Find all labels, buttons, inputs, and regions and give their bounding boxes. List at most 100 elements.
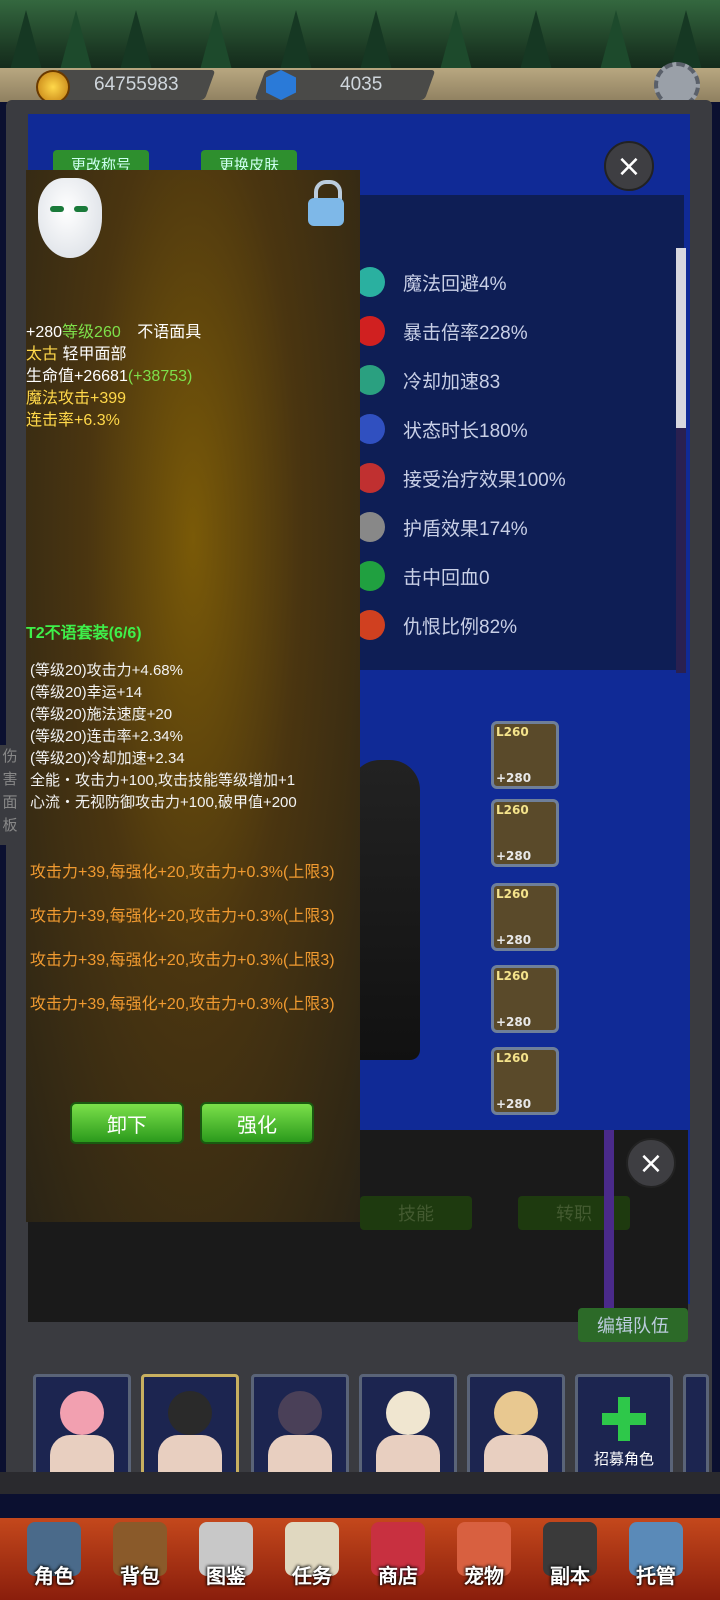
stat-row: 冷却加速83 — [355, 360, 500, 400]
skill-button[interactable]: 技能 — [360, 1196, 472, 1230]
item-magic-attack: 魔法攻击+399 — [26, 390, 127, 407]
nav-quest[interactable]: 任务 — [272, 1520, 352, 1600]
nav-label: 宠物 — [464, 1564, 504, 1588]
set-bonus: (等级20)冷却加速+2.34 — [30, 750, 185, 767]
item-tier: 太古 — [26, 346, 59, 363]
character-portrait — [168, 1391, 212, 1435]
slot-level: L260 — [496, 969, 529, 983]
nav-codex[interactable]: 图鉴 — [186, 1520, 266, 1600]
stat-row: 击中回血0 — [355, 556, 490, 596]
character-figure — [350, 760, 420, 1060]
stat-label: 暴击倍率228% — [403, 322, 528, 344]
character-card[interactable] — [33, 1374, 131, 1478]
stat-label: 冷却加速83 — [403, 371, 501, 393]
recruit-card[interactable]: 招募角色 — [575, 1374, 673, 1478]
nav-label: 角色 — [34, 1564, 74, 1588]
set-bonus: 全能・攻击力+100,攻击技能等级增加+1 — [30, 772, 296, 789]
character-body — [50, 1435, 114, 1475]
character-card-partial[interactable] — [683, 1374, 709, 1478]
character-body — [376, 1435, 440, 1475]
close-panel-button[interactable]: × — [604, 141, 654, 191]
slot-plus: +280 — [496, 771, 532, 785]
equip-slot[interactable]: L260 +280 — [491, 799, 559, 867]
stat-row: 魔法回避4% — [355, 262, 506, 302]
slot-level: L260 — [496, 725, 529, 739]
nav-auto[interactable]: 托管 — [616, 1520, 696, 1600]
lower-scrollbar[interactable] — [604, 1130, 614, 1320]
character-portrait — [278, 1391, 322, 1435]
edit-team-button[interactable]: 编辑队伍 — [578, 1308, 688, 1342]
character-body — [268, 1435, 332, 1475]
item-plus: +280 — [26, 324, 63, 341]
equip-slot[interactable]: L260 +280 — [491, 1047, 559, 1115]
character-card[interactable] — [467, 1374, 565, 1478]
set-bonus: (等级20)连击率+2.34% — [30, 728, 183, 745]
enhance-button[interactable]: 强化 — [200, 1102, 314, 1144]
row-divider — [0, 1472, 720, 1494]
nav-label: 任务 — [292, 1564, 332, 1588]
item-hp-line: 生命值+26681(+38753) — [26, 367, 192, 387]
item-type: 轻甲面部 — [62, 346, 127, 363]
character-portrait — [386, 1391, 430, 1435]
stat-label: 护盾效果174% — [403, 518, 528, 540]
character-card[interactable] — [251, 1374, 349, 1478]
stats-scrollbar-thumb[interactable] — [676, 248, 686, 428]
enhance-line: 攻击力+39,每强化+20,攻击力+0.3%(上限3) — [30, 864, 335, 881]
nav-shop[interactable]: 商店 — [358, 1520, 438, 1600]
recruit-label: 招募角色 — [593, 1450, 654, 1468]
close-lower-button[interactable]: × — [626, 1138, 676, 1188]
equip-slot[interactable]: L260 +280 — [491, 965, 559, 1033]
damage-panel-tab[interactable]: 伤害面板 — [0, 745, 20, 845]
job-label: 转职 — [556, 1204, 592, 1225]
item-combo-rate: 连击率+6.3% — [26, 412, 120, 429]
enhance-line: 攻击力+39,每强化+20,攻击力+0.3%(上限3) — [30, 996, 335, 1013]
forest-banner — [0, 0, 720, 70]
character-portrait — [494, 1391, 538, 1435]
enhance-line: 攻击力+39,每强化+20,攻击力+0.3%(上限3) — [30, 952, 335, 969]
equip-slot[interactable]: L260 +280 — [491, 883, 559, 951]
slot-plus: +280 — [496, 1097, 532, 1111]
item-type-line: 太古 轻甲面部 — [26, 345, 126, 365]
item-header-line: +280等级260 不语面具 — [26, 323, 201, 343]
nav-pet[interactable]: 宠物 — [444, 1520, 524, 1600]
set-bonus: (等级20)幸运+14 — [30, 684, 143, 701]
close-icon: × — [638, 1145, 664, 1181]
gold-amount: 64755983 — [94, 74, 179, 95]
gold-coin-icon — [36, 70, 70, 104]
nav-dungeon[interactable]: 副本 — [530, 1520, 610, 1600]
nav-character[interactable]: 角色 — [14, 1520, 94, 1600]
edit-team-label: 编辑队伍 — [597, 1316, 669, 1337]
lock-icon[interactable] — [308, 180, 344, 226]
unequip-label: 卸下 — [107, 1112, 147, 1137]
slot-level: L260 — [496, 1051, 529, 1065]
slot-level: L260 — [496, 803, 529, 817]
unequip-button[interactable]: 卸下 — [70, 1102, 184, 1144]
character-body — [484, 1435, 548, 1475]
character-portrait — [60, 1391, 104, 1435]
enhance-line: 攻击力+39,每强化+20,攻击力+0.3%(上限3) — [30, 908, 335, 925]
character-card[interactable] — [359, 1374, 457, 1478]
gem-amount: 4035 — [340, 74, 383, 95]
equip-slot[interactable]: L260 +280 — [491, 721, 559, 789]
slot-plus: +280 — [496, 1015, 532, 1029]
enhance-label: 强化 — [237, 1112, 277, 1137]
close-icon: × — [616, 148, 642, 184]
stat-row: 护盾效果174% — [355, 507, 528, 547]
item-hp-bonus: (+38753) — [127, 368, 193, 385]
stat-label: 击中回血0 — [403, 567, 490, 589]
nav-label: 图鉴 — [206, 1564, 246, 1588]
set-title: T2不语套装(6/6) — [26, 625, 142, 642]
item-name: 不语面具 — [137, 324, 202, 341]
character-card-selected[interactable] — [141, 1374, 239, 1478]
character-body — [158, 1435, 222, 1475]
nav-bag[interactable]: 背包 — [100, 1520, 180, 1600]
nav-label: 副本 — [550, 1564, 590, 1588]
stat-label: 仇恨比例82% — [403, 616, 518, 638]
nav-label: 商店 — [378, 1564, 418, 1588]
skill-label: 技能 — [398, 1204, 434, 1225]
slot-plus: +280 — [496, 933, 532, 947]
set-bonus: 心流・无视防御攻击力+100,破甲值+200 — [30, 794, 297, 811]
set-bonus: (等级20)攻击力+4.68% — [30, 662, 183, 679]
mask-icon — [38, 178, 102, 258]
stat-row: 仇恨比例82% — [355, 605, 517, 645]
